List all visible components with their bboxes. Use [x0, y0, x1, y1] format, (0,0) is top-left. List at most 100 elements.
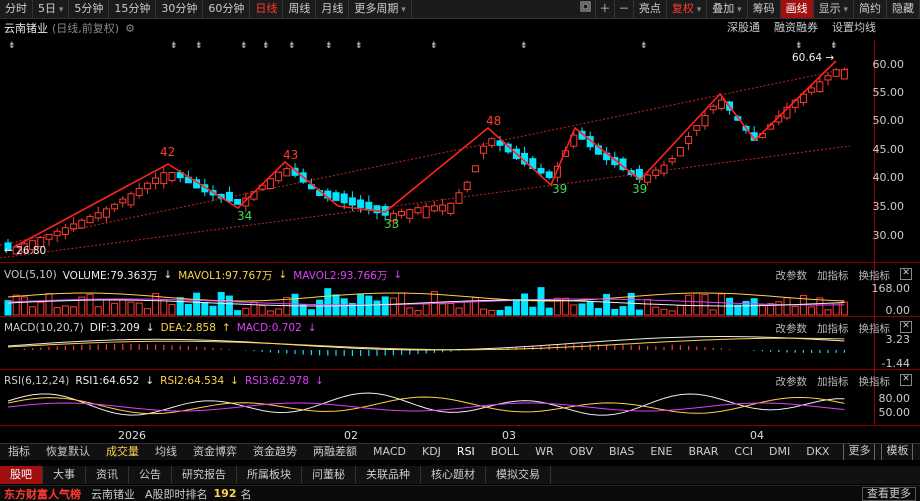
rsi-3: RSI3:62.978 — [245, 375, 309, 387]
vol-mavol2: MAVOL2:93.766万 — [293, 268, 387, 283]
candle-body — [62, 228, 68, 235]
info-tab-1[interactable]: 大事 — [43, 466, 86, 484]
info-tab-3[interactable]: 公告 — [129, 466, 172, 484]
volume-bar — [161, 299, 167, 315]
volume-bar — [677, 306, 683, 315]
volume-bar — [54, 308, 60, 315]
indicator-tab-16[interactable]: CCI — [726, 444, 761, 460]
price-label: 50.00 — [873, 114, 905, 127]
candle-body — [136, 188, 142, 195]
indicator-tab-5[interactable]: 资金趋势 — [245, 444, 305, 460]
volume-bar — [325, 289, 331, 315]
event-marker: ⇟ — [240, 41, 248, 51]
vol-switch-indicator[interactable]: 换指标 — [859, 268, 891, 283]
volume-bar — [604, 294, 610, 315]
close-icon[interactable]: ✕ — [900, 374, 912, 386]
info-tab-9[interactable]: 模拟交易 — [486, 466, 551, 484]
rsi-switch-indicator[interactable]: 换指标 — [859, 374, 891, 389]
dif-line — [8, 337, 844, 350]
event-marker: ⇟ — [795, 41, 803, 51]
indicator-tab-11[interactable]: WR — [527, 444, 562, 460]
volume-bar — [185, 305, 191, 315]
rsi-add-indicator[interactable]: 加指标 — [817, 374, 849, 389]
candle-body — [702, 116, 708, 126]
volume-bar — [136, 303, 142, 315]
event-marker: ⇟ — [262, 41, 270, 51]
candle-body — [833, 70, 839, 77]
indicator-tab-12[interactable]: OBV — [562, 444, 601, 460]
candle-body — [276, 172, 282, 180]
volume-bar — [407, 308, 413, 315]
rsi-axis-label: 80.00 — [879, 392, 911, 405]
info-tab-8[interactable]: 核心题材 — [421, 466, 486, 484]
volume-bar — [128, 302, 134, 315]
price-label: 60.00 — [873, 58, 905, 71]
indicator-tab-15[interactable]: BRAR — [680, 444, 726, 460]
volume-bar — [62, 306, 68, 315]
indicator-tab-0[interactable]: 指标 — [0, 444, 38, 460]
candle-body — [153, 178, 159, 184]
rsi-edit-params[interactable]: 改参数 — [776, 374, 808, 389]
volume-bar — [21, 297, 27, 315]
indicator-tab-3[interactable]: 均线 — [147, 444, 185, 460]
peak-label: 43 — [283, 148, 298, 162]
popularity-status-bar: 东方财富人气榜 云南锗业 A股即时排名 192 名 查看更多 — [0, 485, 920, 501]
indicator-tab-6[interactable]: 两融差额 — [305, 444, 365, 460]
info-tab-2[interactable]: 资讯 — [86, 466, 129, 484]
indicator-tab-4[interactable]: 资金博弈 — [185, 444, 245, 460]
min-price-label: ← 26.80 — [4, 245, 46, 257]
volume-bar — [710, 310, 716, 315]
indicator-tab-20[interactable]: 模板 — [881, 443, 913, 460]
indicator-tab-1[interactable]: 恢复默认 — [38, 444, 98, 460]
volume-bar — [103, 299, 109, 315]
vol-edit-params[interactable]: 改参数 — [776, 268, 808, 283]
volume-bar — [415, 311, 421, 315]
info-tab-5[interactable]: 所属板块 — [237, 466, 302, 484]
rsi3-line — [8, 403, 844, 411]
volume-bar — [423, 304, 429, 315]
indicator-tab-18[interactable]: DKX — [798, 444, 837, 460]
volume-bar — [382, 297, 388, 315]
indicator-tab-14[interactable]: ENE — [642, 444, 680, 460]
macd-add-indicator[interactable]: 加指标 — [817, 321, 849, 336]
volume-bar — [669, 311, 675, 315]
candle-body — [481, 146, 487, 153]
volume-bar — [817, 298, 823, 315]
candle-body — [686, 137, 692, 144]
indicator-tab-2[interactable]: 成交量 — [98, 444, 147, 460]
vol-add-indicator[interactable]: 加指标 — [817, 268, 849, 283]
indicator-tab-7[interactable]: MACD — [365, 444, 414, 460]
volume-bar — [702, 295, 708, 315]
indicator-tab-10[interactable]: BOLL — [483, 444, 527, 460]
info-tab-4[interactable]: 研究报告 — [172, 466, 237, 484]
macd-name: MACD(10,20,7) — [4, 322, 84, 334]
candle-body — [415, 208, 421, 213]
view-more-button[interactable]: 查看更多 — [862, 487, 916, 501]
candle-body — [120, 199, 126, 203]
indicator-tab-9[interactable]: RSI — [449, 444, 483, 460]
volume-bar — [13, 295, 19, 315]
macd-dif: DIF:3.209 — [90, 322, 140, 334]
info-tab-7[interactable]: 关联品种 — [356, 466, 421, 484]
candle-body — [144, 183, 150, 189]
info-tab-0[interactable]: 股吧 — [0, 466, 43, 484]
indicator-tab-13[interactable]: BIAS — [601, 444, 642, 460]
indicator-tab-17[interactable]: DMI — [761, 444, 798, 460]
trough-label: 39 — [552, 182, 567, 196]
candle-body — [817, 82, 823, 92]
macd-axis-label: -1.44 — [882, 357, 910, 370]
volume-bar — [390, 298, 396, 315]
volume-bar — [645, 299, 651, 315]
candle-body — [284, 169, 290, 176]
macd-edit-params[interactable]: 改参数 — [776, 321, 808, 336]
candle-body — [489, 139, 495, 146]
volume-bar — [235, 311, 241, 315]
close-icon[interactable]: ✕ — [900, 321, 912, 333]
indicator-tab-8[interactable]: KDJ — [414, 444, 449, 460]
volume-bar — [636, 310, 642, 315]
info-tab-6[interactable]: 问董秘 — [302, 466, 356, 484]
indicator-tab-19[interactable]: 更多 — [843, 443, 875, 460]
volume-bar — [112, 303, 118, 315]
close-icon[interactable]: ✕ — [900, 268, 912, 280]
volume-bar — [341, 299, 347, 315]
